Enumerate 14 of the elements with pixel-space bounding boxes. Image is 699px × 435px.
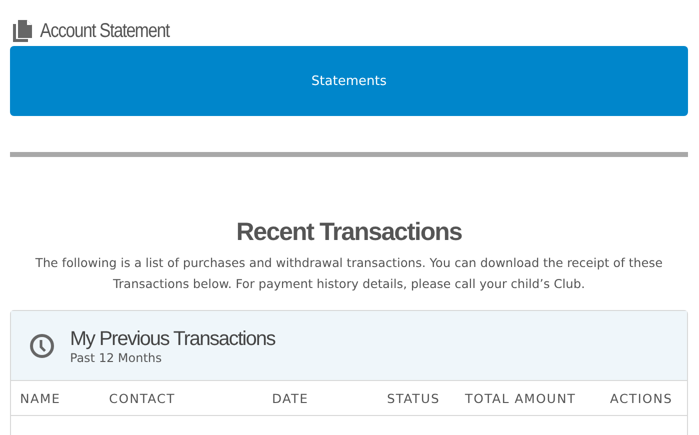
column-header: CONTACT	[109, 390, 176, 406]
documents-icon	[13, 20, 33, 42]
column-header: STATUS	[387, 390, 441, 406]
column-header: ACTIONS	[610, 390, 674, 406]
card-title: My Previous Transactions	[70, 326, 275, 350]
statements-button[interactable]: Statements	[10, 46, 688, 116]
card-subtitle: Past 12 Months	[70, 350, 163, 364]
section-title: Recent Transactions	[235, 217, 463, 247]
column-header: TOTAL AMOUNT	[465, 390, 577, 406]
section-description: The following is a list of purchases and withdrawal transactions. You can download the receipt of these Transactions below. For payment history details, please call your child’s Club.	[34, 255, 664, 293]
column-header: DATE	[272, 390, 310, 406]
column-header: NAME	[20, 390, 62, 406]
clock-icon	[29, 332, 55, 358]
page-title: Account Statement	[40, 20, 170, 42]
